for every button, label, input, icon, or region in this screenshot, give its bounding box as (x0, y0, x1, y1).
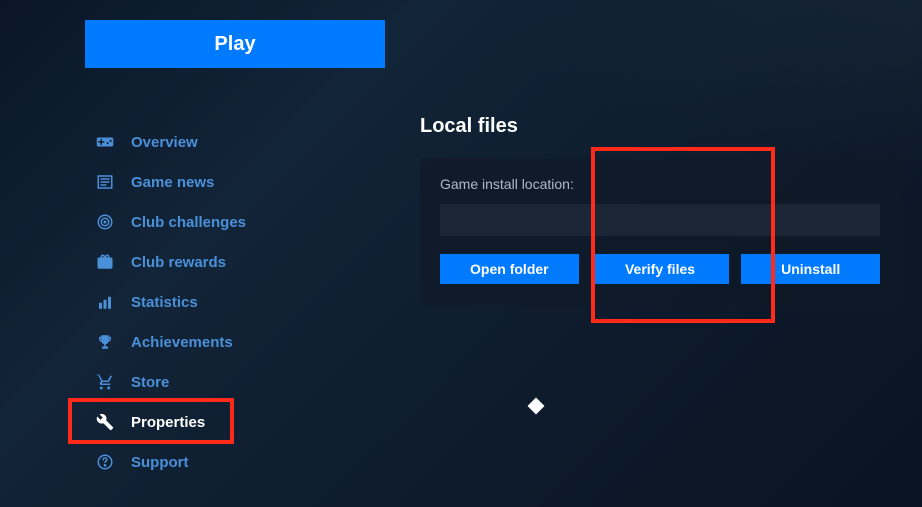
section-title: Local files (420, 115, 922, 138)
help-icon (93, 453, 117, 471)
sidebar-item-achievements[interactable]: Achievements (85, 323, 400, 361)
trophy-icon (93, 333, 117, 351)
install-location-label: Game install location: (440, 176, 880, 192)
verify-files-button[interactable]: Verify files (591, 254, 730, 284)
sidebar-item-label: Properties (131, 414, 205, 431)
sidebar-item-overview[interactable]: Overview (85, 123, 400, 161)
open-folder-button[interactable]: Open folder (440, 254, 579, 284)
sidebar-item-game-news[interactable]: Game news (85, 163, 400, 201)
sidebar: Play Overview Game news Club challenges (0, 0, 400, 507)
play-button-label: Play (214, 33, 255, 56)
sidebar-item-label: Support (131, 454, 189, 471)
sidebar-item-label: Club challenges (131, 214, 246, 231)
sidebar-item-label: Achievements (131, 334, 233, 351)
button-row: Open folder Verify files Uninstall (440, 254, 880, 284)
cart-icon (93, 373, 117, 391)
play-button[interactable]: Play (85, 20, 385, 68)
gift-icon (93, 253, 117, 271)
sidebar-item-properties[interactable]: Properties (85, 403, 400, 441)
sidebar-item-label: Club rewards (131, 254, 226, 271)
gamepad-icon (93, 133, 117, 151)
target-icon (93, 213, 117, 231)
sidebar-item-support[interactable]: Support (85, 443, 400, 481)
main-content: Local files Game install location: Open … (400, 0, 922, 507)
sidebar-item-statistics[interactable]: Statistics (85, 283, 400, 321)
wrench-icon (93, 413, 117, 431)
sidebar-item-label: Overview (131, 134, 198, 151)
uninstall-button[interactable]: Uninstall (741, 254, 880, 284)
sidebar-item-club-rewards[interactable]: Club rewards (85, 243, 400, 281)
sidebar-item-label: Store (131, 374, 169, 391)
local-files-panel: Game install location: Open folder Verif… (420, 158, 900, 306)
sidebar-item-label: Game news (131, 174, 214, 191)
sidebar-item-store[interactable]: Store (85, 363, 400, 401)
install-path-input[interactable] (440, 204, 880, 236)
news-icon (93, 173, 117, 191)
sidebar-item-label: Statistics (131, 294, 198, 311)
chart-icon (93, 293, 117, 311)
sidebar-item-club-challenges[interactable]: Club challenges (85, 203, 400, 241)
